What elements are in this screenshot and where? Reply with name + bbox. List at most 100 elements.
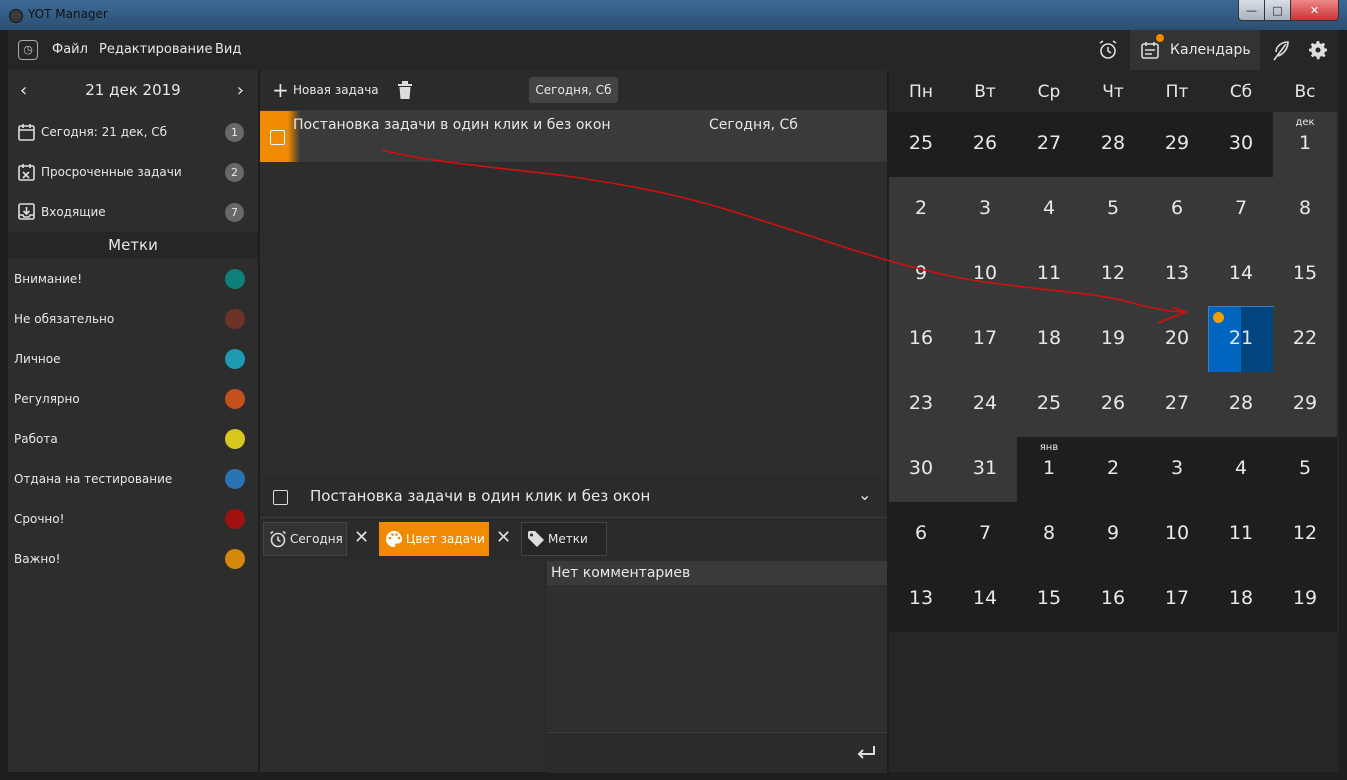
tag-color-dot[interactable] [225, 509, 245, 529]
tag-color-dot[interactable] [225, 349, 245, 369]
tag-item[interactable]: Важно! [8, 539, 258, 579]
task-checkbox[interactable] [270, 130, 285, 145]
calendar-day[interactable]: 2 [889, 177, 953, 242]
maximize-button[interactable]: □ [1264, 0, 1291, 21]
calendar-day[interactable]: 30 [889, 437, 953, 502]
gear-icon[interactable] [1306, 38, 1330, 62]
clear-date-icon[interactable]: ✕ [354, 527, 369, 548]
calendar-day[interactable]: 8 [1273, 177, 1337, 242]
menu-edit[interactable]: Редактирование [99, 42, 212, 57]
calendar-day[interactable]: 14 [1209, 242, 1273, 307]
calendar-day[interactable]: 6 [889, 502, 953, 567]
calendar-day[interactable]: 22 [1273, 307, 1337, 372]
new-task-button[interactable]: Новая задача [293, 83, 379, 97]
tags-button[interactable]: Метки [521, 522, 607, 556]
chevron-down-icon[interactable]: ⌄ [858, 485, 871, 504]
enter-send-icon[interactable] [855, 743, 877, 763]
sidebar-item-overdue[interactable]: Просроченные задачи 2 [8, 152, 258, 192]
calendar-day[interactable]: 11 [1017, 242, 1081, 307]
tag-item[interactable]: Регулярно [8, 379, 258, 419]
tag-color-dot[interactable] [225, 549, 245, 569]
due-date-button[interactable]: Сегодня [263, 522, 347, 556]
next-day-button[interactable]: › [237, 80, 244, 101]
calendar-day[interactable]: 27 [1017, 112, 1081, 177]
tag-item[interactable]: Отдана на тестирование [8, 459, 258, 499]
calendar-day[interactable]: янв 1 [1017, 437, 1081, 502]
calendar-day[interactable]: 28 [1081, 112, 1145, 177]
calendar-day[interactable]: 26 [953, 112, 1017, 177]
calendar-day[interactable]: 19 [1273, 567, 1337, 632]
tag-color-dot[interactable] [225, 469, 245, 489]
calendar-day[interactable]: 26 [1081, 372, 1145, 437]
calendar-day[interactable]: 17 [953, 307, 1017, 372]
calendar-day[interactable]: 17 [1145, 567, 1209, 632]
sidebar-item-today[interactable]: Сегодня: 21 дек, Сб 1 [8, 112, 258, 152]
comment-input[interactable] [547, 732, 887, 773]
calendar-day[interactable]: 13 [1145, 242, 1209, 307]
calendar-day[interactable]: 29 [1273, 372, 1337, 437]
calendar-day[interactable]: 25 [889, 112, 953, 177]
calendar-day[interactable]: 30 [1209, 112, 1273, 177]
minimize-button[interactable]: — [1238, 0, 1265, 21]
calendar-day[interactable]: 27 [1145, 372, 1209, 437]
tag-color-dot[interactable] [225, 269, 245, 289]
clear-color-icon[interactable]: ✕ [496, 527, 511, 548]
calendar-day[interactable]: дек 1 [1273, 112, 1337, 177]
calendar-day[interactable]: 18 [1209, 567, 1273, 632]
tab-calendar[interactable]: Календарь [1130, 30, 1260, 70]
tag-color-dot[interactable] [225, 389, 245, 409]
sidebar-item-inbox[interactable]: Входящие 7 [8, 192, 258, 232]
calendar-day[interactable]: 12 [1273, 502, 1337, 567]
calendar-day[interactable]: 10 [1145, 502, 1209, 567]
calendar-day[interactable]: 15 [1017, 567, 1081, 632]
calendar-day[interactable]: 31 [953, 437, 1017, 502]
task-row[interactable]: Постановка задачи в один клик и без окон… [260, 111, 887, 162]
calendar-day[interactable]: 14 [953, 567, 1017, 632]
calendar-day[interactable]: 5 [1081, 177, 1145, 242]
tag-item[interactable]: Личное [8, 339, 258, 379]
task-detail-checkbox[interactable] [273, 490, 288, 505]
calendar-day[interactable]: 13 [889, 567, 953, 632]
calendar-day[interactable]: 25 [1017, 372, 1081, 437]
calendar-day[interactable]: 23 [889, 372, 953, 437]
calendar-day[interactable]: 18 [1017, 307, 1081, 372]
calendar-day[interactable]: 10 [953, 242, 1017, 307]
calendar-day[interactable]: 29 [1145, 112, 1209, 177]
calendar-day[interactable]: 20 [1145, 307, 1209, 372]
tag-item[interactable]: Работа [8, 419, 258, 459]
menu-file[interactable]: Файл [52, 42, 88, 57]
today-filter-button[interactable]: Сегодня, Сб [529, 77, 618, 103]
calendar-day[interactable]: 2 [1081, 437, 1145, 502]
calendar-day[interactable]: 28 [1209, 372, 1273, 437]
calendar-day[interactable]: 6 [1145, 177, 1209, 242]
trash-icon[interactable] [397, 80, 413, 100]
calendar-day[interactable]: 8 [1017, 502, 1081, 567]
calendar-day[interactable]: 7 [953, 502, 1017, 567]
calendar-day[interactable]: 16 [889, 307, 953, 372]
calendar-day[interactable]: 9 [1081, 502, 1145, 567]
plus-icon[interactable]: + [272, 78, 289, 102]
alarm-clock-icon[interactable] [1096, 38, 1120, 62]
calendar-day[interactable]: 3 [953, 177, 1017, 242]
window-titlebar[interactable]: YOT Manager — □ ✕ [0, 0, 1347, 30]
calendar-day[interactable]: 15 [1273, 242, 1337, 307]
tag-item[interactable]: Срочно! [8, 499, 258, 539]
task-notes-area[interactable] [260, 561, 544, 772]
calendar-day[interactable]: 16 [1081, 567, 1145, 632]
close-button[interactable]: ✕ [1290, 0, 1339, 21]
tag-item[interactable]: Внимание! [8, 259, 258, 299]
calendar-day[interactable]: 5 [1273, 437, 1337, 502]
tag-color-dot[interactable] [225, 429, 245, 449]
calendar-day-selected[interactable]: 21 [1208, 306, 1274, 373]
task-detail-title[interactable]: Постановка задачи в один клик и без окон [310, 487, 650, 505]
feather-icon[interactable] [1270, 38, 1292, 62]
tag-item[interactable]: Не обязательно [8, 299, 258, 339]
task-color-button[interactable]: Цвет задачи [379, 522, 489, 556]
calendar-day[interactable]: 12 [1081, 242, 1145, 307]
calendar-day[interactable]: 19 [1081, 307, 1145, 372]
clock-app-icon[interactable]: ◷ [18, 40, 38, 60]
menu-view[interactable]: Вид [215, 42, 241, 57]
calendar-day[interactable]: 4 [1017, 177, 1081, 242]
tag-color-dot[interactable] [225, 309, 245, 329]
calendar-day[interactable]: 9 [889, 242, 953, 307]
